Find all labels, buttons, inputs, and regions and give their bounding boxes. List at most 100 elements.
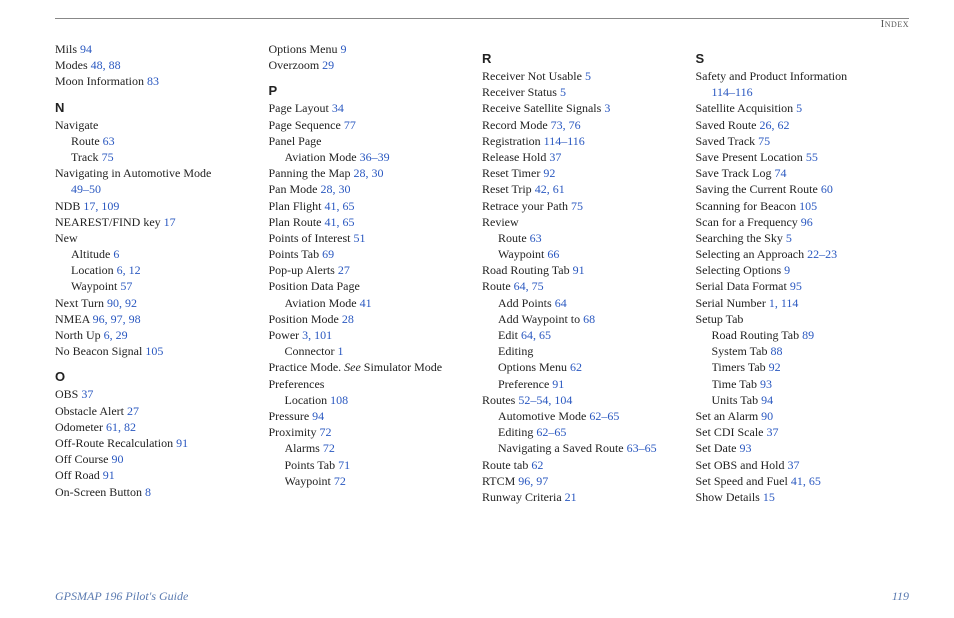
index-page-ref[interactable]: 108	[330, 393, 348, 407]
index-page-ref[interactable]: 92	[543, 166, 555, 180]
index-page-ref[interactable]: 22–23	[807, 247, 837, 261]
index-page-ref[interactable]: 66	[547, 247, 559, 261]
index-page-ref[interactable]: 8	[145, 485, 151, 499]
index-page-ref[interactable]: 96, 97, 98	[93, 312, 141, 326]
index-page-ref[interactable]: 64	[555, 296, 567, 310]
index-page-ref[interactable]: 55	[806, 150, 818, 164]
index-page-ref[interactable]: 94	[761, 393, 773, 407]
index-page-ref[interactable]: 62–65	[536, 425, 566, 439]
index-entry-label: Location	[285, 393, 328, 407]
index-page-ref[interactable]: 42, 61	[535, 182, 565, 196]
index-page-ref[interactable]: 72	[320, 425, 332, 439]
index-page-ref[interactable]: 1, 114	[769, 296, 799, 310]
index-page-ref[interactable]: 93	[760, 377, 772, 391]
index-page-ref[interactable]: 17, 109	[83, 199, 119, 213]
index-page-ref[interactable]: 57	[120, 279, 132, 293]
index-entry-label: Off-Route Recalculation	[55, 436, 173, 450]
index-page-ref[interactable]: 6, 12	[117, 263, 141, 277]
index-page-ref[interactable]: 91	[103, 468, 115, 482]
index-page-ref[interactable]: 3, 101	[302, 328, 332, 342]
index-page-ref[interactable]: 15	[763, 490, 775, 504]
index-page-ref[interactable]: 51	[354, 231, 366, 245]
index-page-ref[interactable]: 114–116	[712, 85, 753, 99]
index-page-ref[interactable]: 27	[127, 404, 139, 418]
index-page-ref[interactable]: 77	[344, 118, 356, 132]
index-entry-label: OBS	[55, 387, 78, 401]
index-page-ref[interactable]: 93	[740, 441, 752, 455]
index-page-ref[interactable]: 64, 75	[514, 279, 544, 293]
index-page-ref[interactable]: 83	[147, 74, 159, 88]
index-page-ref[interactable]: 6	[113, 247, 119, 261]
index-page-ref[interactable]: 5	[585, 69, 591, 83]
index-page-ref[interactable]: 91	[573, 263, 585, 277]
index-page-ref[interactable]: 90	[111, 452, 123, 466]
index-page-ref[interactable]: 91	[552, 377, 564, 391]
index-page-ref[interactable]: 60	[821, 182, 833, 196]
index-entry: Editing 62–65	[498, 424, 682, 440]
index-page-ref[interactable]: 49–50	[71, 182, 101, 196]
index-page-ref[interactable]: 72	[334, 474, 346, 488]
index-page-ref[interactable]: 75	[758, 134, 770, 148]
index-page-ref[interactable]: 48, 88	[91, 58, 121, 72]
index-page-ref[interactable]: 63	[103, 134, 115, 148]
index-page-ref[interactable]: 26, 62	[760, 118, 790, 132]
index-page-ref[interactable]: 41	[360, 296, 372, 310]
index-page-ref[interactable]: 5	[560, 85, 566, 99]
index-page-ref[interactable]: 9	[784, 263, 790, 277]
index-page-ref[interactable]: 89	[802, 328, 814, 342]
index-page-ref[interactable]: 21	[565, 490, 577, 504]
index-page-ref[interactable]: 95	[790, 279, 802, 293]
index-page-ref[interactable]: 90, 92	[107, 296, 137, 310]
index-page-ref[interactable]: 28, 30	[321, 182, 351, 196]
index-page-ref[interactable]: 28	[342, 312, 354, 326]
index-page-ref[interactable]: 90	[761, 409, 773, 423]
index-page-ref[interactable]: 17	[164, 215, 176, 229]
index-page-ref[interactable]: 75	[571, 199, 583, 213]
index-page-ref[interactable]: 52–54, 104	[518, 393, 572, 407]
index-page-ref[interactable]: 62–65	[589, 409, 619, 423]
index-page-ref[interactable]: 37	[549, 150, 561, 164]
index-page-ref[interactable]: 41, 65	[791, 474, 821, 488]
index-page-ref[interactable]: 94	[312, 409, 324, 423]
index-page-ref[interactable]: 61, 82	[106, 420, 136, 434]
index-page-ref[interactable]: 41, 65	[325, 199, 355, 213]
index-page-ref[interactable]: 96	[801, 215, 813, 229]
index-page-ref[interactable]: 6, 29	[104, 328, 128, 342]
index-page-ref[interactable]: 75	[102, 150, 114, 164]
index-page-ref[interactable]: 64, 65	[521, 328, 551, 342]
index-page-ref[interactable]: 37	[788, 458, 800, 472]
index-page-ref[interactable]: 41, 65	[325, 215, 355, 229]
index-page-ref[interactable]: 71	[338, 458, 350, 472]
index-page-ref[interactable]: 27	[338, 263, 350, 277]
index-page-ref[interactable]: 105	[799, 199, 817, 213]
index-page-ref[interactable]: 37	[767, 425, 779, 439]
index-page-ref[interactable]: 1	[338, 344, 344, 358]
index-page-ref[interactable]: 69	[322, 247, 334, 261]
index-page-ref[interactable]: 94	[80, 42, 92, 56]
index-page-ref[interactable]: 62	[531, 458, 543, 472]
index-page-ref[interactable]: 3	[604, 101, 610, 115]
index-entry-label: RTCM	[482, 474, 515, 488]
index-page-ref[interactable]: 68	[583, 312, 595, 326]
index-entry: Pan Mode 28, 30	[269, 181, 469, 197]
index-page-ref[interactable]: 63–65	[627, 441, 657, 455]
index-page-ref[interactable]: 5	[796, 101, 802, 115]
index-page-ref[interactable]: 9	[341, 42, 347, 56]
index-page-ref[interactable]: 91	[176, 436, 188, 450]
index-page-ref[interactable]: 88	[770, 344, 782, 358]
index-page-ref[interactable]: 114–116	[544, 134, 585, 148]
index-page-ref[interactable]: 37	[81, 387, 93, 401]
index-page-ref[interactable]: 28, 30	[354, 166, 384, 180]
index-page-ref[interactable]: 5	[786, 231, 792, 245]
index-page-ref[interactable]: 74	[775, 166, 787, 180]
index-page-ref[interactable]: 96, 97	[518, 474, 548, 488]
index-page-ref[interactable]: 63	[530, 231, 542, 245]
index-page-ref[interactable]: 73, 76	[551, 118, 581, 132]
index-page-ref[interactable]: 34	[332, 101, 344, 115]
index-page-ref[interactable]: 72	[323, 441, 335, 455]
index-page-ref[interactable]: 29	[322, 58, 334, 72]
index-page-ref[interactable]: 105	[145, 344, 163, 358]
index-page-ref[interactable]: 62	[570, 360, 582, 374]
index-page-ref[interactable]: 36–39	[360, 150, 390, 164]
index-page-ref[interactable]: 92	[769, 360, 781, 374]
